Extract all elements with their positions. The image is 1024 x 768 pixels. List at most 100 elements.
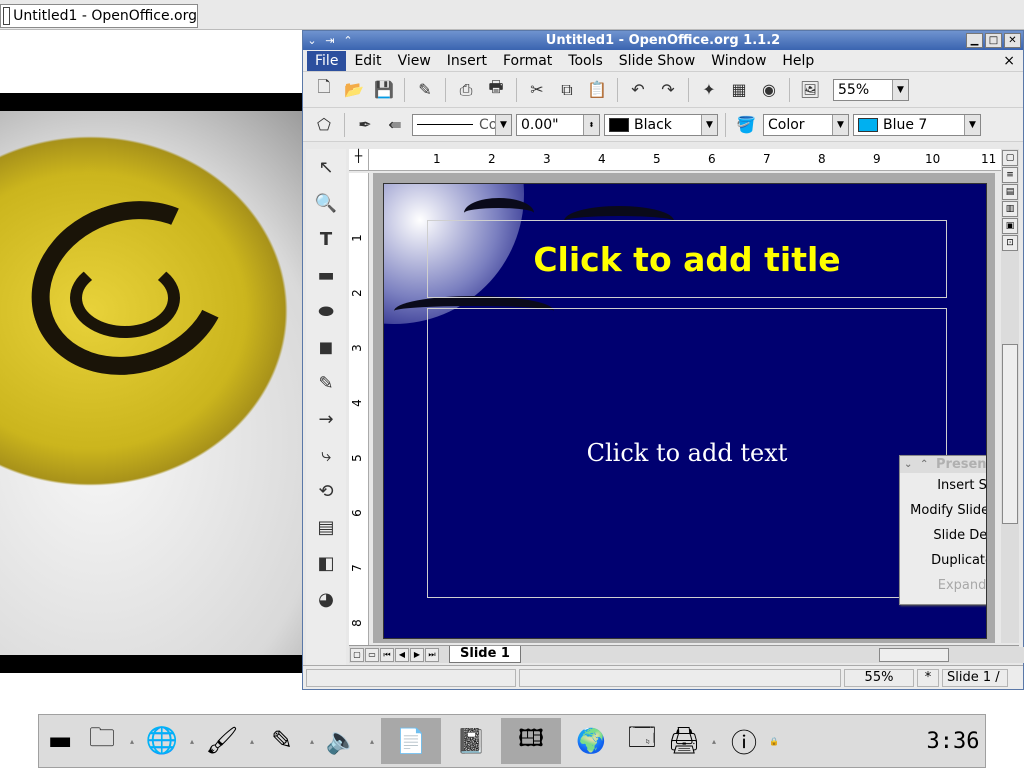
save-icon[interactable]: 💾 (371, 77, 397, 103)
scrollbar-thumb[interactable] (879, 648, 949, 662)
cut-icon[interactable]: ✂ (524, 77, 550, 103)
insert-slide-item[interactable]: Insert Slide... (900, 473, 986, 498)
slide-canvas[interactable]: Click to add title Click to add text ⌄ ⌃… (373, 173, 995, 643)
chevron-down-icon[interactable]: ▼ (964, 114, 980, 135)
open-folder-icon[interactable]: 📂 (341, 77, 367, 103)
last-slide-icon[interactable]: ⏭ (425, 647, 439, 662)
line-style-combo[interactable]: Co ▼ (412, 113, 512, 136)
menu-edit[interactable]: Edit (346, 51, 389, 71)
view-mode-icon[interactable]: ▥ (1002, 201, 1018, 217)
rectangle-icon[interactable]: ▬ (311, 260, 341, 290)
graphics-icon[interactable]: 🖌 (201, 719, 243, 763)
image-icon[interactable]: 🖼 (797, 77, 823, 103)
window-menu-icon[interactable]: ⌄ (303, 32, 321, 49)
zoom-combo[interactable]: 55% ▼ (833, 78, 909, 101)
slide[interactable]: Click to add title Click to add text ⌄ ⌃… (383, 183, 987, 639)
spin-icon[interactable]: ⬍ (583, 114, 599, 135)
duplicate-slide-item[interactable]: Duplicate Slide (900, 548, 986, 573)
horizontal-scrollbar[interactable] (789, 647, 1024, 663)
export-pdf-icon[interactable]: ⎙ (453, 77, 479, 103)
close-button[interactable]: ✕ (1004, 33, 1021, 48)
taskbar-window-tab[interactable]: Untitled1 - OpenOffice.org (0, 4, 198, 28)
chevron-down-icon[interactable]: ▼ (495, 114, 511, 135)
menu-slide-show[interactable]: Slide Show (611, 51, 703, 71)
stylist-icon[interactable]: ▦ (726, 77, 752, 103)
text-placeholder[interactable]: Click to add text (427, 308, 947, 598)
area-fill-icon[interactable]: 🪣 (733, 112, 759, 138)
edit-points-icon[interactable]: ⬠ (311, 112, 337, 138)
new-document-icon[interactable]: 🗋 (311, 77, 337, 103)
zoom-icon[interactable]: 🔍 (311, 188, 341, 218)
sticky-icon[interactable]: ⇥ (321, 32, 339, 49)
connector-icon[interactable]: ⤷ (311, 440, 341, 470)
redo-icon[interactable]: ↷ (655, 77, 681, 103)
menu-file[interactable]: File (307, 50, 347, 71)
menu-help[interactable]: Help (774, 51, 822, 71)
info-icon[interactable]: ⓘ (723, 719, 765, 763)
horizontal-ruler[interactable]: 1 2 3 4 5 6 7 8 9 10 11 (369, 149, 1003, 171)
scrollbar-thumb[interactable] (1002, 344, 1018, 524)
menu-view[interactable]: View (390, 51, 439, 71)
line-arrow-icon[interactable]: → (311, 404, 341, 434)
printer-icon[interactable]: 🖨 (663, 719, 705, 763)
file-manager-icon[interactable]: 🗀 (81, 719, 123, 763)
edit-file-icon[interactable]: ✎ (412, 77, 438, 103)
view-mode-icon[interactable]: ▢ (1002, 150, 1018, 166)
vertical-ruler[interactable]: 1 2 3 4 5 6 7 8 (349, 173, 369, 653)
undo-icon[interactable]: ↶ (625, 77, 651, 103)
copy-icon[interactable]: ⧉ (554, 77, 580, 103)
area-style-combo[interactable]: Color ▼ (763, 113, 849, 136)
effects-icon[interactable]: ⟲ (311, 476, 341, 506)
task-writer[interactable]: 📄 (381, 718, 441, 764)
paste-icon[interactable]: 📋 (584, 77, 610, 103)
maximize-button[interactable]: □ (985, 33, 1002, 48)
tab-slide-1[interactable]: Slide 1 (449, 646, 521, 663)
task-browser[interactable]: 🌍 (561, 718, 621, 764)
line-color-combo[interactable]: Black ▼ (604, 113, 718, 136)
vertical-scrollbar[interactable]: ▢ ≡ ▤ ▥ ▣ ⊡ (1001, 149, 1019, 643)
terminal-icon[interactable]: ▬ (39, 719, 81, 763)
layer-mode-icon[interactable]: ▢ (350, 647, 364, 662)
master-mode-icon[interactable]: ▭ (365, 647, 379, 662)
view-mode-icon[interactable]: ≡ (1002, 167, 1018, 183)
menu-insert[interactable]: Insert (439, 51, 495, 71)
sound-icon[interactable]: 🔈 (321, 719, 363, 763)
line-icon[interactable]: ✒ (352, 112, 378, 138)
ellipse-icon[interactable]: ⬬ (311, 296, 341, 326)
chevron-down-icon[interactable]: ▼ (832, 114, 848, 135)
status-zoom[interactable]: 55% (844, 668, 914, 687)
web-browser-icon[interactable]: 🌐 (141, 719, 183, 763)
palette-header[interactable]: ⌄ ⌃ Presentation ✕ (900, 456, 986, 473)
minimize-button[interactable]: ▁ (966, 33, 983, 48)
area-color-combo[interactable]: Blue 7 ▼ (853, 113, 981, 136)
menu-tools[interactable]: Tools (560, 51, 611, 71)
slide-show-icon[interactable]: ◕ (311, 584, 341, 614)
lock-icon[interactable]: 🔒 (765, 737, 783, 746)
select-arrow-icon[interactable]: ↖ (311, 152, 341, 182)
slide-design-item[interactable]: Slide Design... (900, 523, 986, 548)
close-document-icon[interactable]: × (1003, 53, 1015, 69)
navigator-icon[interactable]: ✦ (696, 77, 722, 103)
title-placeholder[interactable]: Click to add title (427, 220, 947, 298)
text-tool-icon[interactable]: T (311, 224, 341, 254)
gallery-icon[interactable]: ◉ (756, 77, 782, 103)
task-impress[interactable]: 🖽 (501, 718, 561, 764)
window-titlebar[interactable]: ⌄ ⇥ ⌃ Untitled1 - OpenOffice.org 1.1.2 ▁… (303, 31, 1023, 50)
first-slide-icon[interactable]: ⏮ (380, 647, 394, 662)
view-mode-icon[interactable]: ▤ (1002, 184, 1018, 200)
window-list-icon[interactable]: 🗔 (621, 719, 663, 763)
chevron-up-icon[interactable]: ⌃ (920, 459, 936, 470)
chevron-down-icon[interactable]: ▼ (701, 114, 717, 135)
clock[interactable]: 3:36 (921, 729, 985, 754)
arrange-icon[interactable]: ◧ (311, 548, 341, 578)
menu-window[interactable]: Window (703, 51, 774, 71)
menu-format[interactable]: Format (495, 51, 560, 71)
chevron-down-icon[interactable]: ▼ (892, 79, 908, 100)
line-width-field[interactable]: 0.00" ⬍ (516, 113, 600, 136)
next-slide-icon[interactable]: ▶ (410, 647, 424, 662)
shade-icon[interactable]: ⌃ (339, 32, 357, 49)
office-icon[interactable]: ✎ (261, 719, 303, 763)
task-notes[interactable]: 📓 (441, 718, 501, 764)
curve-icon[interactable]: ✎ (311, 368, 341, 398)
print-icon[interactable]: 🖶 (483, 77, 509, 103)
